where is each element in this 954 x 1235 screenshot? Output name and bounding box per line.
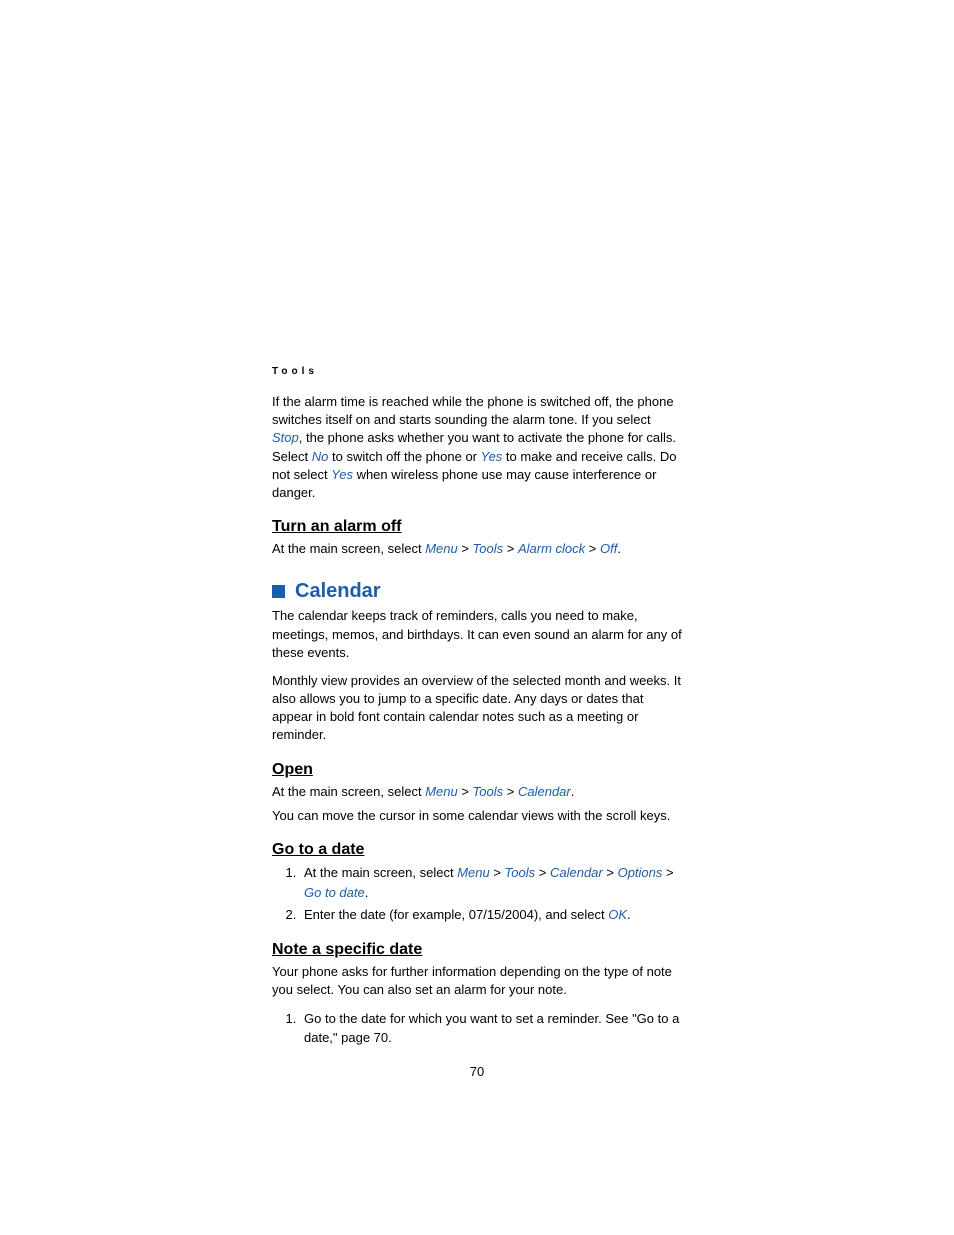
menu-path-tools: Tools [473,541,504,556]
page-number: 70 [272,1064,682,1079]
separator: > [458,541,473,556]
text: At the main screen, select [304,865,457,880]
text: . [571,784,575,799]
separator: > [535,865,550,880]
menu-path-menu: Menu [457,865,490,880]
heading-note-specific-date: Note a specific date [272,941,682,959]
bullet-square-icon [272,585,285,598]
list-item: Enter the date (for example, 07/15/2004)… [300,905,682,925]
menu-path-go-to-date: Go to date [304,885,365,900]
steps-go-to-date: At the main screen, select Menu > Tools … [272,863,682,925]
ui-option-stop: Stop [272,430,299,445]
separator: > [662,865,673,880]
text: Enter the date (for example, 07/15/2004)… [304,907,608,922]
separator: > [503,784,518,799]
text: . [627,907,631,922]
separator: > [603,865,618,880]
running-header: Tools [272,366,682,377]
paragraph-calendar-intro: The calendar keeps track of reminders, c… [272,607,682,662]
separator: > [503,541,518,556]
list-item: Go to the date for which you want to set… [300,1009,682,1048]
ui-option-no: No [312,449,329,464]
ui-option-yes: Yes [481,449,503,464]
menu-path-off: Off [600,541,617,556]
menu-path-menu: Menu [425,541,458,556]
document-page: Tools If the alarm time is reached while… [272,366,682,1079]
heading-turn-alarm-off: Turn an alarm off [272,518,682,536]
heading-open: Open [272,761,682,779]
menu-path-options: Options [618,865,663,880]
paragraph-open-path: At the main screen, select Menu > Tools … [272,783,682,801]
text: At the main screen, select [272,784,425,799]
menu-path-tools: Tools [473,784,504,799]
paragraph-alarm-off-info: If the alarm time is reached while the p… [272,393,682,502]
paragraph-note-info: Your phone asks for further information … [272,963,682,999]
heading-go-to-date: Go to a date [272,841,682,859]
text: If the alarm time is reached while the p… [272,394,674,427]
text: . [365,885,369,900]
text: to switch off the phone or [328,449,480,464]
text: At the main screen, select [272,541,425,556]
separator: > [585,541,600,556]
menu-path-calendar: Calendar [518,784,571,799]
section-heading-calendar: Calendar [272,580,682,603]
paragraph-turn-off-path: At the main screen, select Menu > Tools … [272,540,682,558]
steps-note-date: Go to the date for which you want to set… [272,1009,682,1048]
menu-path-alarm-clock: Alarm clock [518,541,585,556]
list-item: At the main screen, select Menu > Tools … [300,863,682,902]
heading-text: Calendar [295,580,381,603]
separator: > [458,784,473,799]
paragraph-calendar-monthly: Monthly view provides an overview of the… [272,672,682,745]
ui-option-yes: Yes [331,467,353,482]
text: . [617,541,621,556]
menu-path-menu: Menu [425,784,458,799]
ui-option-ok: OK [608,907,627,922]
menu-path-tools: Tools [505,865,536,880]
separator: > [490,865,505,880]
paragraph-open-cursor: You can move the cursor in some calendar… [272,807,682,825]
menu-path-calendar: Calendar [550,865,603,880]
